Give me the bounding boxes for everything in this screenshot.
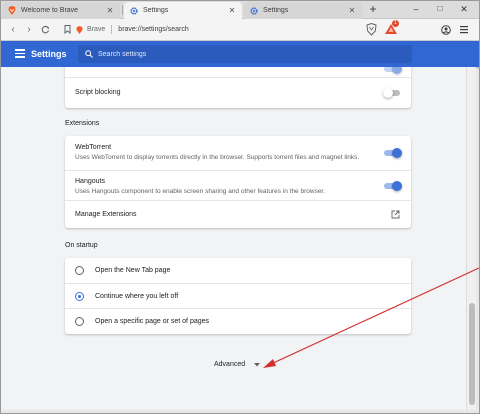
- startup-option-label: Open the New Tab page: [95, 267, 171, 274]
- startup-option-label: Continue where you left off: [95, 293, 179, 300]
- tab-settings-active[interactable]: Settings ✕: [124, 2, 242, 19]
- gear-icon: [130, 6, 138, 15]
- extensions-card: WebTorrent Uses WebTorrent to display to…: [65, 136, 411, 228]
- webtorrent-row[interactable]: WebTorrent Uses WebTorrent to display to…: [65, 136, 411, 170]
- maximize-button[interactable]: □: [432, 2, 448, 16]
- webtorrent-description: Uses WebTorrent to display torrents dire…: [75, 154, 360, 161]
- reload-icon: [41, 25, 49, 34]
- privacy-card: Script blocking: [65, 67, 411, 108]
- profile-button[interactable]: [440, 23, 452, 37]
- menu-button[interactable]: [458, 23, 470, 37]
- settings-content: Script blocking Extensions WebTorrent Us…: [0, 67, 466, 410]
- hangouts-toggle[interactable]: [383, 181, 402, 191]
- script-blocking-label: Script blocking: [75, 89, 121, 96]
- new-tab-button[interactable]: +: [366, 3, 380, 17]
- brave-lion-icon: [8, 6, 16, 15]
- open-in-new-icon[interactable]: [391, 210, 400, 219]
- search-icon: [85, 50, 93, 58]
- hamburger-menu-icon: [460, 26, 468, 34]
- script-blocking-toggle[interactable]: [383, 88, 401, 98]
- tab-label: Welcome to Brave: [21, 7, 79, 14]
- manage-extensions-label: Manage Extensions: [75, 211, 137, 218]
- startup-card: Open the New Tab page Continue where you…: [65, 258, 411, 334]
- startup-option[interactable]: Open a specific page or set of pages: [65, 308, 411, 334]
- radio-new-tab[interactable]: [75, 266, 84, 275]
- page-title: Settings: [31, 49, 67, 59]
- webtorrent-toggle[interactable]: [383, 148, 402, 158]
- forward-button[interactable]: ›: [23, 23, 35, 37]
- search-input[interactable]: [94, 50, 412, 58]
- hangouts-row[interactable]: Hangouts Uses Hangouts component to enab…: [65, 170, 411, 200]
- tab-strip: Welcome to Brave ✕ Settings ✕ Settings ✕…: [0, 0, 480, 19]
- tab-settings[interactable]: Settings ✕: [244, 2, 362, 19]
- tab-close-icon[interactable]: ✕: [348, 6, 356, 15]
- manage-extensions-row[interactable]: Manage Extensions: [65, 200, 411, 228]
- script-blocking-row[interactable]: Script blocking: [65, 77, 411, 108]
- startup-option[interactable]: Open the New Tab page: [65, 258, 411, 283]
- partial-toggle[interactable]: [383, 67, 402, 74]
- gear-icon: [250, 6, 258, 15]
- settings-menu-icon[interactable]: [15, 49, 25, 58]
- settings-search-box[interactable]: [78, 45, 412, 63]
- rewards-badge: 1: [392, 20, 399, 27]
- startup-option-label: Open a specific page or set of pages: [95, 318, 210, 325]
- url-text[interactable]: brave://settings/search: [118, 26, 188, 33]
- hangouts-description: Uses Hangouts component to enable screen…: [75, 188, 326, 195]
- brave-lion-icon: [76, 25, 83, 34]
- radio-specific-pages[interactable]: [75, 317, 84, 326]
- scrollbar-thumb[interactable]: [469, 303, 475, 405]
- radio-continue[interactable]: [75, 292, 84, 301]
- tab-close-icon[interactable]: ✕: [228, 6, 236, 15]
- startup-section-title: On startup: [65, 242, 98, 249]
- reload-button[interactable]: [39, 23, 51, 37]
- brave-shields-icon[interactable]: [366, 23, 377, 36]
- settings-header: Settings: [0, 41, 480, 67]
- webtorrent-title: WebTorrent: [75, 144, 112, 151]
- hangouts-title: Hangouts: [75, 178, 105, 185]
- avatar-icon: [441, 25, 451, 35]
- minimize-button[interactable]: –: [408, 2, 424, 16]
- scrollbar[interactable]: [466, 67, 476, 410]
- tab-welcome[interactable]: Welcome to Brave ✕: [2, 2, 120, 19]
- caret-down-icon[interactable]: [254, 363, 260, 367]
- tab-label: Settings: [143, 7, 169, 14]
- tab-close-icon[interactable]: ✕: [106, 6, 114, 15]
- browser-toolbar: ‹ › Brave brave://settings/search 1: [0, 19, 480, 41]
- tab-label: Settings: [263, 7, 289, 14]
- close-window-button[interactable]: ✕: [456, 2, 472, 16]
- startup-option[interactable]: Continue where you left off: [65, 283, 411, 308]
- bookmark-icon: [64, 25, 70, 35]
- bookmark-button[interactable]: [61, 23, 73, 37]
- back-button[interactable]: ‹: [7, 23, 19, 37]
- address-bar[interactable]: Brave brave://settings/search: [76, 22, 360, 37]
- extensions-section-title: Extensions: [65, 120, 100, 127]
- site-identity: Brave: [87, 26, 106, 33]
- advanced-button[interactable]: Advanced: [214, 361, 245, 368]
